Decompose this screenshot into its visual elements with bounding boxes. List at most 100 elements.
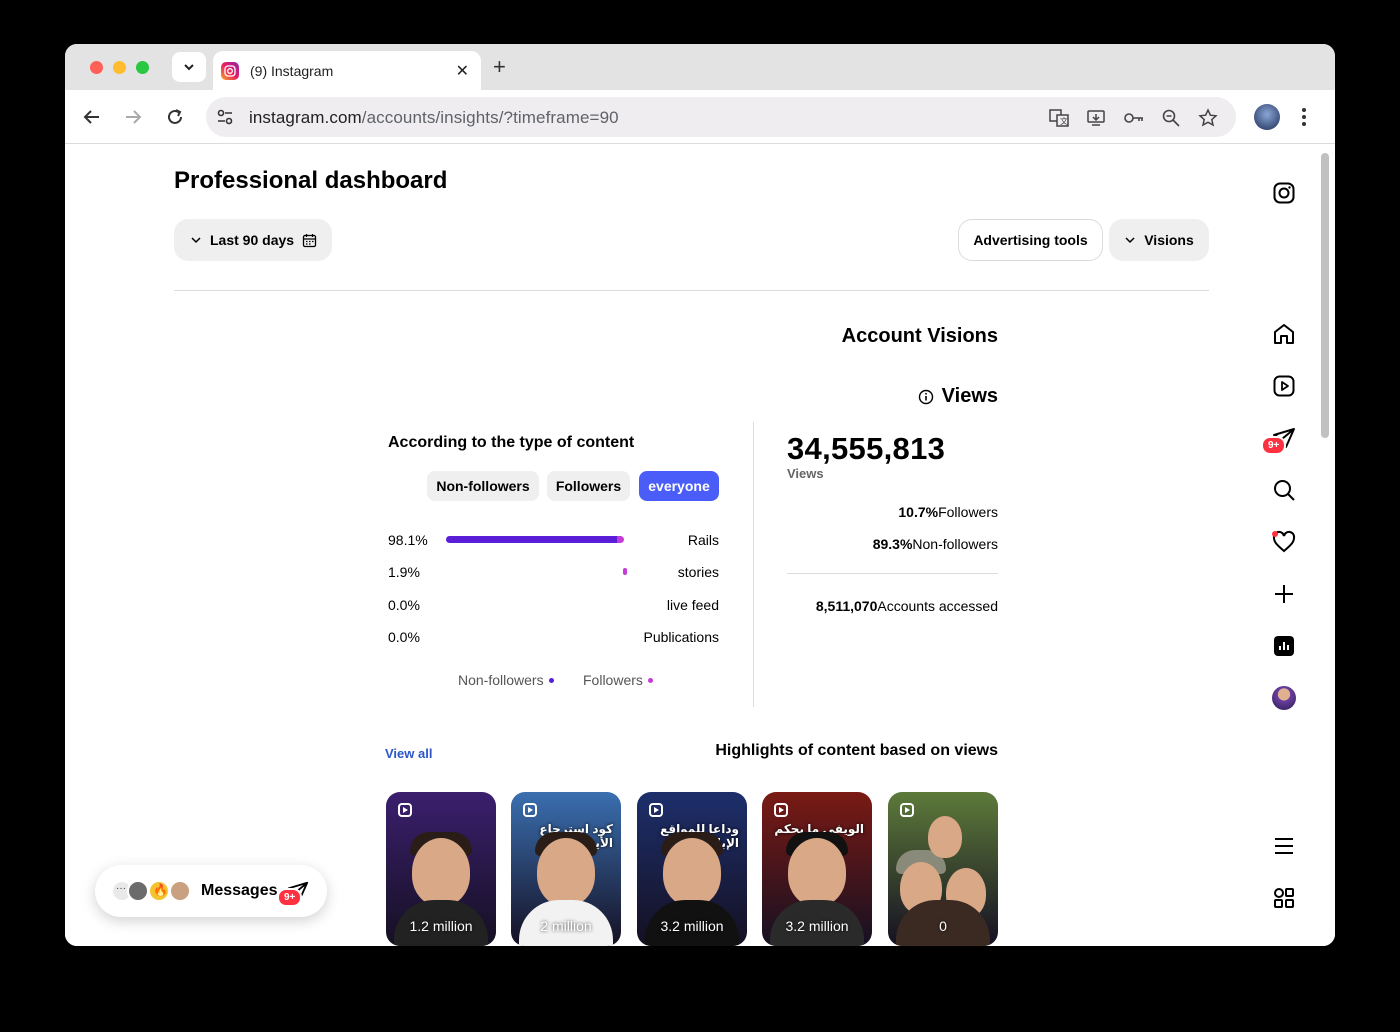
stats-divider [787, 573, 998, 574]
page-content: Professional dashboard Last 90 days Adve… [65, 145, 1335, 946]
views-heading: Views [765, 385, 998, 408]
accounts-accessed-value: 8,511,070 [815, 598, 878, 614]
reel-views: 1.2 million [409, 918, 473, 934]
avatar [127, 880, 149, 902]
install-app-icon[interactable] [1086, 108, 1106, 128]
row-pct: 0.0% [388, 629, 420, 645]
calendar-icon [302, 233, 317, 247]
legend-dot [548, 677, 554, 683]
accounts-accessed-stat: 8,511,070Accounts accessed [765, 598, 998, 614]
followers-pct: 10.7% [898, 504, 939, 520]
person-face [788, 838, 846, 906]
highlight-reel[interactable]: 0 [888, 792, 998, 946]
messages-badge: 9+ [1261, 436, 1287, 455]
nonfollowers-label: Non-followers [912, 536, 998, 552]
bookmark-star-icon[interactable] [1198, 108, 1218, 128]
highlight-reel[interactable]: وداعا للمواقع الإباحية 3.2 million [637, 792, 747, 946]
profile-avatar[interactable] [1254, 104, 1280, 130]
segment-non-followers[interactable]: Non-followers [427, 471, 539, 501]
highlight-reel[interactable]: 1.2 million [386, 792, 496, 946]
messages-floating-button[interactable]: ··· 🔥 Messages 9+ [95, 865, 327, 917]
segment-followers[interactable]: Followers [547, 471, 630, 501]
visions-dropdown[interactable]: Visions [1109, 219, 1209, 261]
view-all-link[interactable]: View all [385, 746, 432, 761]
menu-hamburger-icon[interactable] [1272, 834, 1296, 858]
avatar [169, 880, 191, 902]
tab-strip: (9) Instagram ✕ + [65, 44, 1335, 90]
followers-stat: 10.7%Followers [765, 504, 998, 520]
row-label: Publications [643, 629, 720, 645]
row-pct: 1.9% [388, 564, 420, 580]
timeframe-dropdown[interactable]: Last 90 days [174, 219, 332, 261]
notifications-heart-icon[interactable] [1272, 530, 1296, 554]
browser-tab[interactable]: (9) Instagram ✕ [213, 51, 481, 90]
highlights-title: Highlights of content based on views [715, 742, 998, 759]
advertising-tools-button[interactable]: Advertising tools [958, 219, 1103, 261]
accounts-accessed-label: Accounts accessed [877, 598, 998, 614]
apps-grid-icon[interactable] [1272, 886, 1296, 910]
highlight-reel[interactable]: الويفي ما يحكم 3.2 million [762, 792, 872, 946]
maximize-window-button[interactable] [136, 61, 149, 74]
home-icon[interactable] [1272, 322, 1296, 346]
reel-play-icon [900, 803, 914, 817]
visions-label: Visions [1144, 232, 1194, 248]
highlight-reel[interactable]: كود استرجاع الأيفون 2 million [511, 792, 621, 946]
header-divider [174, 290, 1209, 291]
reel-play-icon [523, 803, 537, 817]
close-window-button[interactable] [90, 61, 103, 74]
nonfollowers-stat: 89.3%Non-followers [765, 536, 998, 552]
total-views-label: Views [787, 466, 824, 481]
reel-play-icon [774, 803, 788, 817]
row-label: stories [677, 564, 719, 580]
profile-avatar[interactable] [1272, 686, 1296, 710]
forward-button[interactable] [120, 104, 146, 130]
arrow-left-icon [83, 110, 99, 124]
page-scrollbar[interactable] [1321, 153, 1329, 438]
search-icon[interactable] [1272, 478, 1296, 502]
browser-window: (9) Instagram ✕ + instagram.com/accounts… [65, 44, 1335, 946]
person-face [928, 816, 962, 858]
password-key-icon[interactable] [1123, 108, 1145, 128]
row-pct: 98.1% [388, 532, 428, 548]
row-label: live feed [666, 597, 719, 613]
tab-title: (9) Instagram [250, 62, 334, 79]
page-title: Professional dashboard [174, 167, 448, 194]
browser-toolbar: instagram.com/accounts/insights/?timefra… [65, 90, 1335, 144]
more-menu-icon[interactable] [1301, 105, 1307, 129]
url-text: instagram.com/accounts/insights/?timefra… [249, 108, 619, 128]
chevron-down-icon [191, 237, 201, 244]
svg-text:文: 文 [1060, 116, 1068, 126]
reel-views: 2 million [540, 918, 592, 934]
person-face [663, 838, 721, 906]
account-visions-title: Account Visions [841, 325, 998, 347]
close-tab-icon[interactable]: ✕ [456, 61, 469, 81]
reel-views: 3.2 million [785, 918, 849, 934]
avatar: 🔥 [148, 880, 170, 902]
messages-badge: 9+ [277, 888, 303, 907]
person-face [537, 838, 595, 906]
zoom-icon[interactable] [1161, 108, 1181, 128]
translate-icon[interactable]: 文 [1049, 108, 1069, 128]
reels-icon[interactable] [1272, 374, 1296, 398]
reload-button[interactable] [162, 104, 188, 130]
instagram-logo-icon[interactable] [1272, 181, 1296, 205]
url-host: instagram.com [249, 108, 362, 127]
reel-views: 3.2 million [660, 918, 724, 934]
address-bar[interactable]: instagram.com/accounts/insights/?timefra… [206, 97, 1236, 137]
views-title: Views [941, 385, 998, 407]
row-pct: 0.0% [388, 597, 420, 613]
create-plus-icon[interactable] [1272, 582, 1296, 606]
legend-label: Non-followers [458, 672, 544, 688]
tab-search-button[interactable] [172, 52, 206, 82]
dashboard-insights-icon[interactable] [1272, 634, 1296, 658]
url-path: /accounts/insights/?timeframe=90 [361, 108, 619, 127]
new-tab-button[interactable]: + [493, 56, 506, 78]
reel-play-icon [649, 803, 663, 817]
site-settings-icon[interactable] [216, 108, 234, 126]
minimize-window-button[interactable] [113, 61, 126, 74]
reel-play-icon [398, 803, 412, 817]
back-button[interactable] [79, 104, 105, 130]
info-icon[interactable] [918, 389, 934, 405]
vertical-divider [753, 422, 754, 707]
segment-everyone[interactable]: everyone [639, 471, 719, 501]
